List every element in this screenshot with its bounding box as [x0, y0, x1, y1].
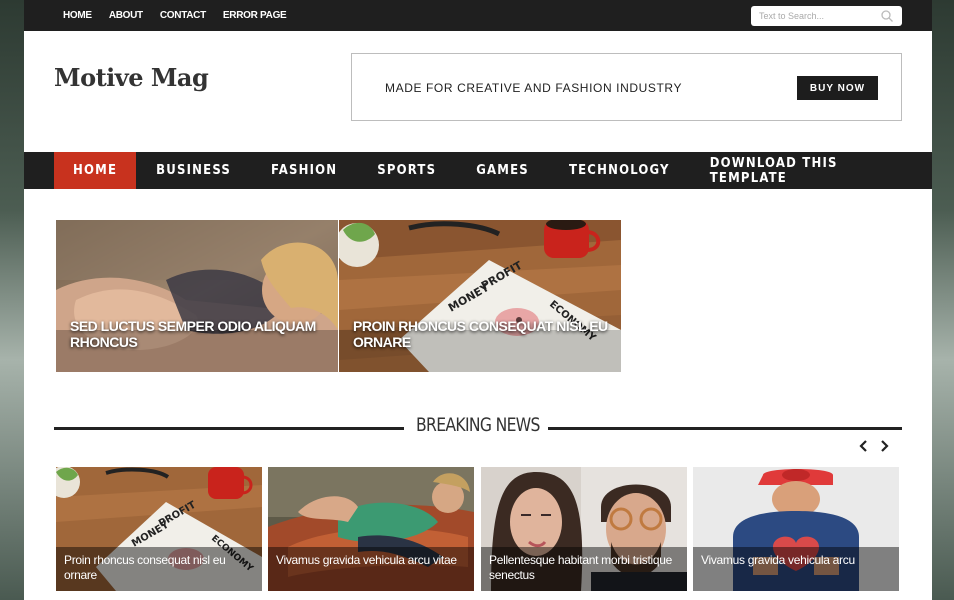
top-link-contact[interactable]: CONTACT [160, 10, 206, 21]
nav-item-technology[interactable]: TECHNOLOGY [549, 152, 690, 189]
buy-now-button[interactable]: BUY NOW [797, 76, 878, 100]
search-icon[interactable] [880, 9, 894, 23]
card-title[interactable]: Proin rhoncus consequat nisl eu ornare [56, 547, 262, 591]
breaking-card-2[interactable]: Vivamus gravida vehicula arcu vitae [268, 467, 474, 591]
nav-item-games[interactable]: GAMES [456, 152, 549, 189]
search-input[interactable] [759, 11, 880, 21]
nav-item-sports[interactable]: SPORTS [357, 152, 456, 189]
header: Motive Mag MADE FOR CREATIVE AND FASHION… [24, 31, 932, 152]
card-title[interactable]: Pellentesque habitant morbi tristique se… [481, 547, 687, 591]
search-box [751, 6, 902, 26]
banner-text: MADE FOR CREATIVE AND FASHION INDUSTRY [385, 81, 683, 95]
featured-post-2[interactable]: MONEY PROFIT ECONOMY PROIN RHONCUS CONSE… [339, 220, 621, 372]
divider-right [548, 427, 902, 430]
card-title[interactable]: Vivamus gravida vehicula arcu vitae [268, 547, 474, 591]
breaking-card-4[interactable]: Vivamus gravida vehicula arcu [693, 467, 899, 591]
background-left [0, 0, 24, 600]
nav-item-business[interactable]: BUSINESS [136, 152, 251, 189]
top-link-home[interactable]: HOME [63, 10, 92, 21]
divider-left [54, 427, 404, 430]
site-logo[interactable]: Motive Mag [54, 63, 209, 92]
card-title[interactable]: Vivamus gravida vehicula arcu [693, 547, 899, 591]
top-nav: HOME ABOUT CONTACT ERROR PAGE [63, 0, 303, 31]
nav-item-home[interactable]: HOME [54, 152, 137, 189]
main-nav: HOME BUSINESS FASHION SPORTS GAMES TECHN… [24, 152, 932, 189]
header-banner: MADE FOR CREATIVE AND FASHION INDUSTRY B… [351, 53, 902, 121]
page-wrapper: HOME ABOUT CONTACT ERROR PAGE Motive Mag… [24, 0, 932, 600]
breaking-card-3[interactable]: Pellentesque habitant morbi tristique se… [481, 467, 687, 591]
featured-title[interactable]: SED LUCTUS SEMPER ODIO ALIQUAM RHONCUS [70, 318, 338, 350]
nav-item-fashion[interactable]: FASHION [251, 152, 357, 189]
featured-title[interactable]: PROIN RHONCUS CONSEQUAT NISL EU ORNARE [353, 318, 621, 350]
chevron-left-icon[interactable] [857, 438, 871, 454]
breaking-card-1[interactable]: MONEY PROFIT ECONOMY Proin rhoncus conse… [56, 467, 262, 591]
background-right [932, 0, 954, 600]
featured-post-1[interactable]: SED LUCTUS SEMPER ODIO ALIQUAM RHONCUS [56, 220, 338, 372]
top-link-about[interactable]: ABOUT [109, 10, 143, 21]
top-link-error-page[interactable]: ERROR PAGE [223, 10, 287, 21]
section-title-breaking-news: BREAKING NEWS [416, 414, 540, 436]
nav-item-download-template[interactable]: DOWNLOAD THIS TEMPLATE [690, 152, 932, 189]
top-bar: HOME ABOUT CONTACT ERROR PAGE [24, 0, 932, 31]
chevron-right-icon[interactable] [877, 438, 891, 454]
